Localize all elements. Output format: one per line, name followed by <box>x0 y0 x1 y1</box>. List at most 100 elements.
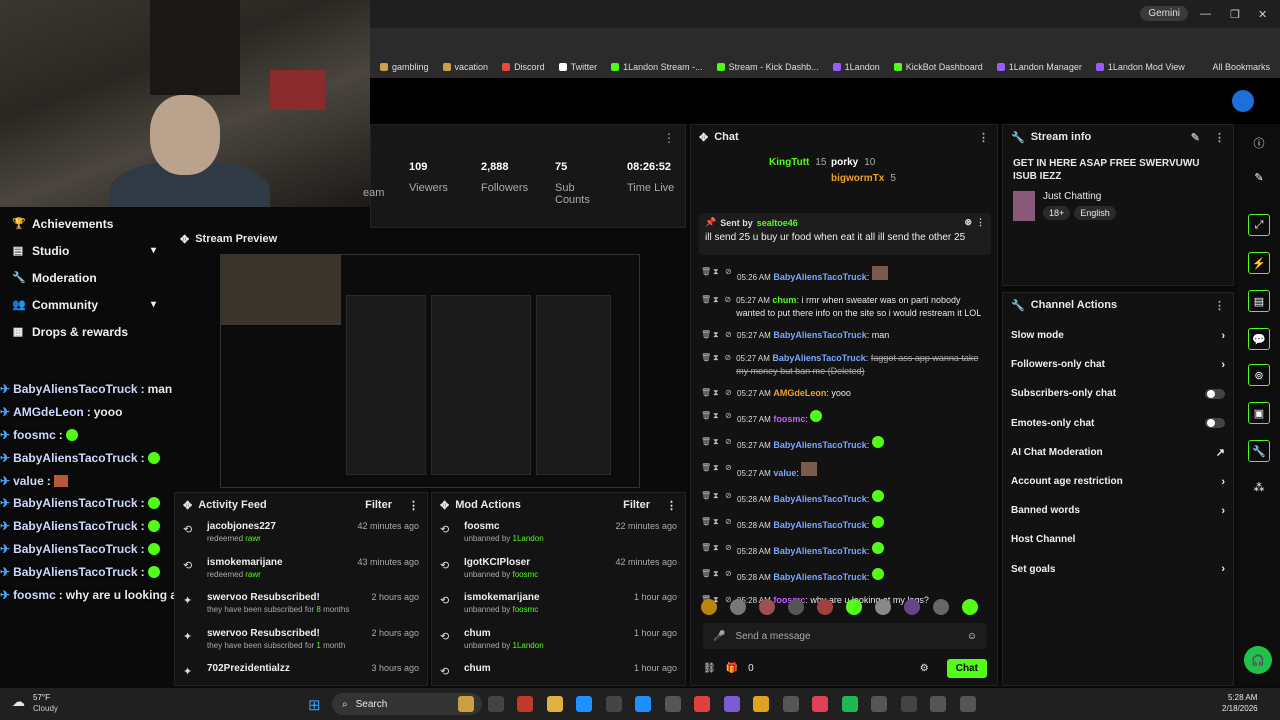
toggle-switch[interactable] <box>1205 388 1225 399</box>
channel-action-account-age-restriction[interactable]: Account age restriction › <box>1003 467 1233 496</box>
chat-username[interactable]: BabyAliensTacoTruck <box>773 494 866 504</box>
bookmark-item[interactable]: Stream - Kick Dashb... <box>716 62 819 72</box>
close-icon[interactable]: ✕ <box>1258 8 1267 21</box>
ban-icon[interactable]: ⊘ <box>725 329 733 341</box>
emote-icon[interactable] <box>817 599 833 615</box>
send-chat-button[interactable]: Chat <box>946 658 987 678</box>
chat-message[interactable]: 🗑 ⧗ ⊘ 05:26 AM BabyAliensTacoTruck: <box>701 261 991 289</box>
sidebar-item-moderation[interactable]: 🔧 Moderation <box>0 264 170 291</box>
timeout-icon[interactable]: ⧗ <box>713 568 721 580</box>
bookmark-item[interactable]: vacation <box>442 62 488 72</box>
chat-username[interactable]: AMGdeLeon <box>773 388 826 398</box>
chat-username[interactable]: BabyAliensTacoTruck <box>772 353 865 363</box>
taskbar-app-icon[interactable] <box>694 696 710 712</box>
channel-action-ai-chat-moderation[interactable]: AI Chat Moderation ↗ <box>1003 438 1233 467</box>
external-link-icon[interactable]: ↗ <box>1216 446 1225 459</box>
chat-username[interactable]: foosmc <box>773 414 805 424</box>
bookmark-item[interactable]: 1Landon Mod View <box>1095 62 1185 72</box>
drag-icon[interactable]: ✥ <box>180 233 189 246</box>
activity-item[interactable]: ✦ swervoo Resubscribed! they have been sub… <box>175 588 427 624</box>
pinned-user[interactable]: sealtoe46 <box>757 218 798 228</box>
sidebar-item-drops[interactable]: ▦ Drops & rewards <box>0 318 170 345</box>
delete-icon[interactable]: 🗑 <box>701 436 711 448</box>
ban-icon[interactable]: ⊘ <box>725 462 733 474</box>
ban-icon[interactable]: ⊘ <box>725 352 733 364</box>
mod-action-item[interactable]: ⟲ chum unbanned by 1Landon 1 hour ago <box>432 624 685 660</box>
layout-icon[interactable]: ▣ <box>1248 402 1270 424</box>
menu-icon[interactable]: ⋮ <box>976 217 985 228</box>
taskbar-app-icon[interactable] <box>458 696 474 712</box>
menu-icon[interactable]: ⋮ <box>978 131 989 144</box>
timeout-icon[interactable]: ⧗ <box>713 352 721 364</box>
delete-icon[interactable]: 🗑 <box>701 329 711 341</box>
menu-icon[interactable]: ⋮ <box>408 499 419 512</box>
bookmark-item[interactable]: KickBot Dashboard <box>893 62 983 72</box>
stream-tag[interactable]: English <box>1074 206 1116 220</box>
channel-action-set-goals[interactable]: Set goals › <box>1003 555 1233 584</box>
delete-icon[interactable]: 🗑 <box>701 542 711 554</box>
drag-icon[interactable]: ✥ <box>440 499 449 512</box>
ban-icon[interactable]: ⊘ <box>725 410 733 422</box>
ban-icon[interactable]: ⊘ <box>725 266 733 278</box>
mod-action-item[interactable]: ⟲ chum 1 hour ago <box>432 659 685 685</box>
taskbar-app-icon[interactable] <box>546 696 563 712</box>
chat-username[interactable]: BabyAliensTacoTruck <box>773 330 866 340</box>
settings-icon[interactable]: ⚙ <box>920 663 929 674</box>
timeout-icon[interactable]: ⧗ <box>713 294 721 306</box>
activity-item[interactable]: ⟲ jacobjones227 redeemed rawr 42 minutes ag… <box>175 517 427 553</box>
info-icon[interactable]: ⓘ <box>1248 132 1270 154</box>
microphone-icon[interactable]: 🎤 <box>713 631 725 642</box>
bookmark-item[interactable]: gambling <box>380 62 429 72</box>
taskbar-app-icon[interactable] <box>930 696 946 712</box>
taskbar-app-icon[interactable] <box>812 696 828 712</box>
all-bookmarks[interactable]: All Bookmarks <box>1212 62 1270 72</box>
delete-icon[interactable]: 🗑 <box>701 266 711 278</box>
stream-tag[interactable]: 18+ <box>1043 206 1071 220</box>
chat-username[interactable]: chum <box>772 295 796 305</box>
mod-filter-button[interactable]: Filter <box>623 499 650 511</box>
chat-username[interactable]: BabyAliensTacoTruck <box>773 572 866 582</box>
menu-icon[interactable]: ⋮ <box>1214 131 1225 144</box>
chat-message[interactable]: 🗑 ⧗ ⊘ 05:28 AM BabyAliensTacoTruck: <box>701 511 991 537</box>
taskbar-app-icon[interactable] <box>841 696 858 712</box>
mod-action-item[interactable]: ⟲ foosmc unbanned by 1Landon 22 minutes ago <box>432 517 685 553</box>
minimize-icon[interactable]: — <box>1200 8 1211 20</box>
chat-input[interactable]: 🎤 Send a message ☺ <box>703 623 987 649</box>
windows-start-icon[interactable]: ⊞ <box>308 696 321 714</box>
menu-icon[interactable]: ⋮ <box>666 499 677 512</box>
chevron-down-icon[interactable]: ▾ <box>151 299 156 310</box>
ban-icon[interactable]: ⊘ <box>725 294 733 306</box>
pencil-icon[interactable]: ✎ <box>1248 166 1270 188</box>
taskbar-app-icon[interactable] <box>487 696 504 712</box>
sidebar-item-community[interactable]: 👥 Community ▾ <box>0 291 170 318</box>
sidebar-item-studio[interactable]: ▤ Studio ▾ <box>0 237 170 264</box>
emote-icon[interactable] <box>759 599 775 615</box>
channel-action-followers-only-chat[interactable]: Followers-only chat › <box>1003 350 1233 379</box>
document-icon[interactable]: ▤ <box>1248 290 1270 312</box>
ban-icon[interactable]: ⊘ <box>725 542 733 554</box>
address-bar[interactable] <box>370 28 1280 56</box>
toggle-switch[interactable] <box>1205 418 1225 429</box>
chevron-right-icon[interactable]: › <box>1221 359 1225 371</box>
delete-icon[interactable]: 🗑 <box>701 410 711 422</box>
timeout-icon[interactable]: ⧗ <box>713 516 721 528</box>
emote-icon[interactable] <box>962 599 978 615</box>
chevron-right-icon[interactable]: › <box>1221 505 1225 517</box>
leaderboard-entry[interactable]: porky 10 <box>831 157 875 168</box>
chat-username[interactable]: BabyAliensTacoTruck <box>773 440 866 450</box>
taskbar-app-icon[interactable] <box>517 696 533 712</box>
taskbar-app-icon[interactable] <box>753 696 769 712</box>
avatar[interactable] <box>1232 90 1254 112</box>
delete-icon[interactable]: 🗑 <box>701 516 711 528</box>
nodes-icon[interactable]: ⁂ <box>1248 476 1270 498</box>
emote-icon[interactable] <box>788 599 804 615</box>
channel-action-banned-words[interactable]: Banned words › <box>1003 496 1233 525</box>
ban-icon[interactable]: ⊘ <box>725 516 733 528</box>
chevron-right-icon[interactable]: › <box>1221 330 1225 342</box>
emote-icon[interactable] <box>904 599 920 615</box>
taskbar-app-icon[interactable] <box>959 696 976 712</box>
timeout-icon[interactable]: ⧗ <box>713 410 721 422</box>
ban-icon[interactable]: ⊘ <box>725 387 733 399</box>
mod-action-item[interactable]: ⟲ ismokemarijane unbanned by foosmc 1 hour … <box>432 588 685 624</box>
delete-icon[interactable]: 🗑 <box>701 490 711 502</box>
